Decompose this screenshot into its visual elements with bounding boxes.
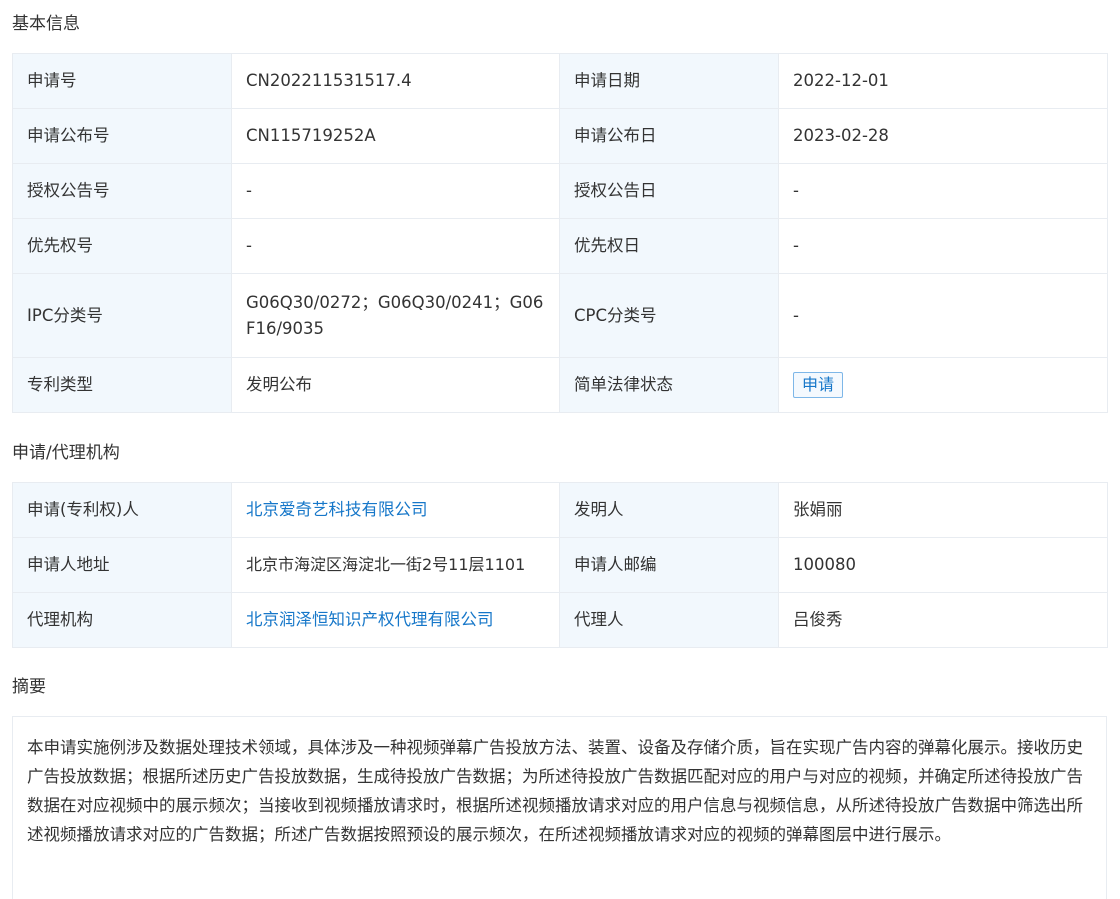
section-title-agency: 申请/代理机构 (12, 443, 120, 463)
priority-number-label: 优先权号 (12, 218, 232, 274)
legal-status-label: 简单法律状态 (559, 357, 779, 413)
cpc-class-label: CPC分类号 (559, 273, 779, 358)
agency-link[interactable]: 北京润泽恒知识产权代理有限公司 (246, 610, 494, 629)
applicant-address-value: 北京市海淀区海淀北一街2号11层1101 (231, 537, 560, 593)
publication-number-value: CN115719252A (231, 108, 560, 164)
applicant-link[interactable]: 北京爱奇艺科技有限公司 (246, 500, 428, 519)
abstract-text: 本申请实施例涉及数据处理技术领域，具体涉及一种视频弹幕广告投放方法、装置、设备及… (12, 716, 1107, 899)
publication-number-label: 申请公布号 (12, 108, 232, 164)
application-date-value: 2022-12-01 (778, 53, 1108, 109)
postal-code-label: 申请人邮编 (559, 537, 779, 593)
patent-type-label: 专利类型 (12, 357, 232, 413)
agent-value: 吕俊秀 (778, 592, 1108, 648)
priority-date-value: - (778, 218, 1108, 274)
grant-date-value: - (778, 163, 1108, 219)
legal-status-badge: 申请 (793, 372, 844, 398)
inventor-label: 发明人 (559, 482, 779, 538)
table-row: 申请公布号 CN115719252A 申请公布日 2023-02-28 (12, 108, 1108, 164)
section-title-abstract: 摘要 (12, 677, 46, 697)
application-number-label: 申请号 (12, 53, 232, 109)
patent-type-value: 发明公布 (231, 357, 560, 413)
postal-code-value: 100080 (778, 537, 1108, 593)
grant-number-label: 授权公告号 (12, 163, 232, 219)
application-date-label: 申请日期 (559, 53, 779, 109)
applicant-label: 申请(专利权)人 (12, 482, 232, 538)
cpc-class-value: - (778, 273, 1108, 358)
table-row: IPC分类号 G06Q30/0272；G06Q30/0241；G06F16/90… (12, 273, 1108, 358)
agency-cell: 北京润泽恒知识产权代理有限公司 (231, 592, 560, 648)
legal-status-cell: 申请 (778, 357, 1108, 413)
applicant-address-label: 申请人地址 (12, 537, 232, 593)
table-row: 代理机构 北京润泽恒知识产权代理有限公司 代理人 吕俊秀 (12, 592, 1108, 648)
agency-label: 代理机构 (12, 592, 232, 648)
agent-label: 代理人 (559, 592, 779, 648)
publication-date-value: 2023-02-28 (778, 108, 1108, 164)
table-row: 申请号 CN202211531517.4 申请日期 2022-12-01 (12, 53, 1108, 109)
table-row: 优先权号 - 优先权日 - (12, 218, 1108, 274)
table-row: 申请人地址 北京市海淀区海淀北一街2号11层1101 申请人邮编 100080 (12, 537, 1108, 593)
priority-number-value: - (231, 218, 560, 274)
agency-table: 申请(专利权)人 北京爱奇艺科技有限公司 发明人 张娟丽 申请人地址 北京市海淀… (12, 482, 1108, 648)
priority-date-label: 优先权日 (559, 218, 779, 274)
ipc-class-label: IPC分类号 (12, 273, 232, 358)
inventor-value: 张娟丽 (778, 482, 1108, 538)
application-number-value: CN202211531517.4 (231, 53, 560, 109)
table-row: 专利类型 发明公布 简单法律状态 申请 (12, 357, 1108, 413)
ipc-class-value: G06Q30/0272；G06Q30/0241；G06F16/9035 (231, 273, 560, 358)
grant-date-label: 授权公告日 (559, 163, 779, 219)
grant-number-value: - (231, 163, 560, 219)
basic-info-table: 申请号 CN202211531517.4 申请日期 2022-12-01 申请公… (12, 53, 1108, 413)
table-row: 申请(专利权)人 北京爱奇艺科技有限公司 发明人 张娟丽 (12, 482, 1108, 538)
applicant-cell: 北京爱奇艺科技有限公司 (231, 482, 560, 538)
table-row: 授权公告号 - 授权公告日 - (12, 163, 1108, 219)
publication-date-label: 申请公布日 (559, 108, 779, 164)
section-title-basic-info: 基本信息 (12, 14, 80, 34)
